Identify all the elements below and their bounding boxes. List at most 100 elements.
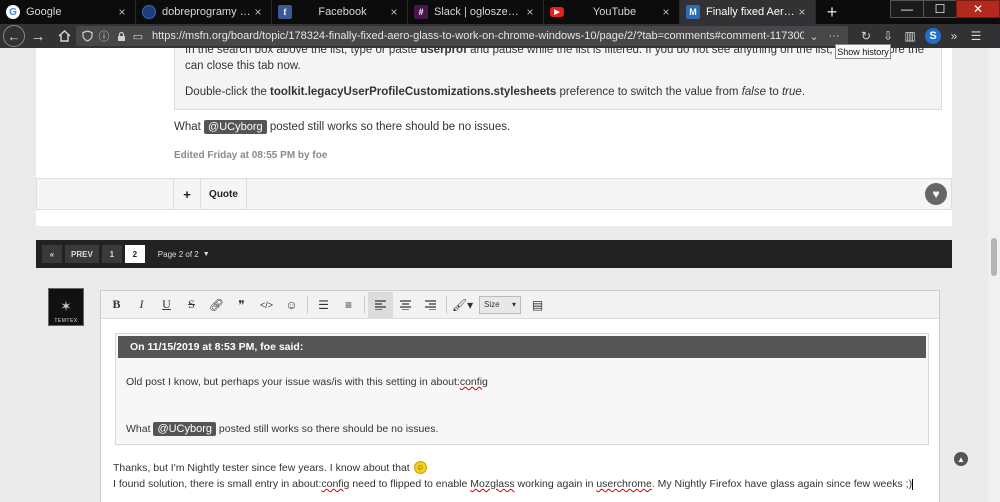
chevron-up-icon: ▲ <box>957 454 965 464</box>
page-actions-icon[interactable]: ··· <box>827 29 841 43</box>
avatar[interactable]: ✶ TEMTEX <box>48 288 84 326</box>
code-button[interactable]: </> <box>254 292 279 318</box>
forward-button[interactable]: → <box>25 24 51 48</box>
page-content: In the search box above the list, type o… <box>0 48 1000 502</box>
close-icon[interactable]: × <box>659 5 673 19</box>
bullet-list-button[interactable]: ☰ <box>311 292 336 318</box>
text-color-button[interactable]: 🖌︎▾ <box>450 292 475 318</box>
numbered-list-icon: ≡ <box>344 297 352 312</box>
tab-title: Google <box>26 6 62 18</box>
close-icon[interactable]: × <box>251 5 265 19</box>
post-body-text: What @UCyborg posted still works so ther… <box>174 120 511 134</box>
bold-button[interactable]: B <box>104 292 129 318</box>
preview-button[interactable]: ▤ <box>525 292 550 318</box>
lock-icon[interactable] <box>114 29 128 43</box>
reaction-button[interactable]: ♥ <box>925 183 947 205</box>
italic-button[interactable]: I <box>129 292 154 318</box>
close-icon[interactable]: × <box>387 5 401 19</box>
reply-text-line[interactable]: Thanks, but I'm Nightly tester since few… <box>113 461 427 474</box>
quoted-post[interactable]: On 11/15/2019 at 8:53 PM, foe said: Old … <box>115 333 929 445</box>
quote-insert-button[interactable]: ❞ <box>229 292 254 318</box>
user-mention-link[interactable]: @UCyborg <box>153 422 217 436</box>
window-controls: — ☐ ✕ <box>890 0 1000 20</box>
back-button[interactable]: ← <box>3 25 25 47</box>
tab-google[interactable]: G Google × <box>0 0 136 24</box>
maximize-button[interactable]: ☐ <box>923 0 957 18</box>
pocket-icon[interactable]: ⇩ <box>878 26 898 46</box>
new-tab-button[interactable]: + <box>820 0 844 24</box>
quote-text-line: Old post I know, but perhaps your issue … <box>126 376 488 388</box>
hamburger-menu-icon[interactable]: ☰ <box>966 26 986 46</box>
code-icon: </> <box>259 299 273 310</box>
prev-page-button[interactable]: PREV <box>65 245 99 263</box>
align-left-button[interactable] <box>368 291 393 318</box>
instruction-line: Double-click the toolkit.legacyUserProfi… <box>185 86 806 98</box>
chevron-down-icon[interactable]: ⌄ <box>807 29 821 43</box>
underline-button[interactable]: U <box>154 292 179 318</box>
close-window-button[interactable]: ✕ <box>956 0 1000 18</box>
tab-title: Facebook <box>318 6 367 18</box>
minimize-button[interactable]: — <box>890 0 924 18</box>
home-button[interactable] <box>51 24 77 48</box>
quote-icon: ❞ <box>238 297 245 312</box>
brush-icon: 🖌︎▾ <box>451 297 474 312</box>
history-tooltip: Show history <box>835 44 891 59</box>
numbered-list-button[interactable]: ≡ <box>336 292 361 318</box>
tab-strip: G Google × dobreprogramy - forum × f Fac… <box>0 0 1000 24</box>
align-center-icon <box>400 299 411 310</box>
reload-icon[interactable]: ↻ <box>856 26 876 46</box>
tab-dobreprogramy[interactable]: dobreprogramy - forum × <box>136 0 272 24</box>
editor-toolbar: B I U S 🔗︎ ❞ </> ☺ ☰ ≡ 🖌︎▾ Size ▾ ▤ <box>101 291 939 319</box>
smiley-icon: ☺ <box>285 297 298 312</box>
library-icon[interactable]: ▥ <box>900 26 920 46</box>
shield-icon[interactable] <box>80 29 94 43</box>
scroll-to-top-button[interactable]: ▲ <box>954 452 968 466</box>
permissions-icon[interactable]: ▭ <box>131 29 145 43</box>
multiquote-button[interactable]: + <box>173 179 201 209</box>
pagination-bar: « PREV 1 2 Page 2 of 2 ▼ <box>36 240 952 268</box>
tab-facebook[interactable]: f Facebook × <box>272 0 408 24</box>
google-icon: G <box>6 5 20 19</box>
page-scrollbar[interactable] <box>988 48 1000 502</box>
home-icon <box>58 30 70 42</box>
user-mention-link[interactable]: @UCyborg <box>204 120 267 134</box>
caret-down-icon: ▾ <box>511 300 516 309</box>
page-jump-dropdown[interactable]: Page 2 of 2 ▼ <box>158 250 210 259</box>
instruction-line: can close this tab now. <box>185 60 301 72</box>
tab-slack[interactable]: # Slack | ogloszenia | Beto × <box>408 0 544 24</box>
extension-s-icon[interactable]: S <box>925 28 941 44</box>
first-page-button[interactable]: « <box>42 245 62 263</box>
close-icon[interactable]: × <box>115 5 129 19</box>
tab-msfn[interactable]: M Finally fixed Aero Glass t × <box>680 0 816 24</box>
close-icon[interactable]: × <box>523 5 537 19</box>
quote-button[interactable]: Quote <box>201 179 247 209</box>
site-info-icon[interactable]: ⓘ <box>97 29 111 43</box>
link-button[interactable]: 🔗︎ <box>204 292 229 318</box>
reply-editor: B I U S 🔗︎ ❞ </> ☺ ☰ ≡ 🖌︎▾ Size ▾ ▤ On 1… <box>100 290 940 502</box>
avatar-label: TEMTEX <box>54 318 78 324</box>
tab-title: Finally fixed Aero Glass t <box>706 6 795 18</box>
align-right-button[interactable] <box>418 292 443 318</box>
tab-youtube[interactable]: ▶ YouTube × <box>544 0 680 24</box>
edited-note: Edited Friday at 08:55 PM by foe <box>174 150 328 161</box>
caret-down-icon: ▼ <box>202 250 210 258</box>
scrollbar-thumb[interactable] <box>991 238 997 276</box>
font-size-select[interactable]: Size ▾ <box>479 295 521 314</box>
document-icon: ▤ <box>531 297 544 312</box>
smiley-emoji-icon: ☺ <box>413 461 427 474</box>
url-text[interactable]: https://msfn.org/board/topic/178324-fina… <box>152 30 804 42</box>
emoji-button[interactable]: ☺ <box>279 292 304 318</box>
align-center-button[interactable] <box>393 292 418 318</box>
align-right-icon <box>425 299 436 310</box>
close-icon[interactable]: × <box>795 5 809 19</box>
arrow-right-icon: → <box>30 27 46 45</box>
dobreprogramy-icon <box>142 5 156 19</box>
reply-text-line[interactable]: I found solution, there is small entry i… <box>113 478 914 490</box>
page-2-button[interactable]: 2 <box>124 245 145 263</box>
url-actions: ⌄ ··· <box>804 29 844 43</box>
post-instructions-block: In the search box above the list, type o… <box>174 48 942 110</box>
strikethrough-button[interactable]: S <box>179 292 204 318</box>
overflow-menu-icon[interactable]: » <box>944 26 964 46</box>
page-1-button[interactable]: 1 <box>101 245 122 263</box>
url-bar[interactable]: ⓘ ▭ https://msfn.org/board/topic/178324-… <box>76 26 848 46</box>
